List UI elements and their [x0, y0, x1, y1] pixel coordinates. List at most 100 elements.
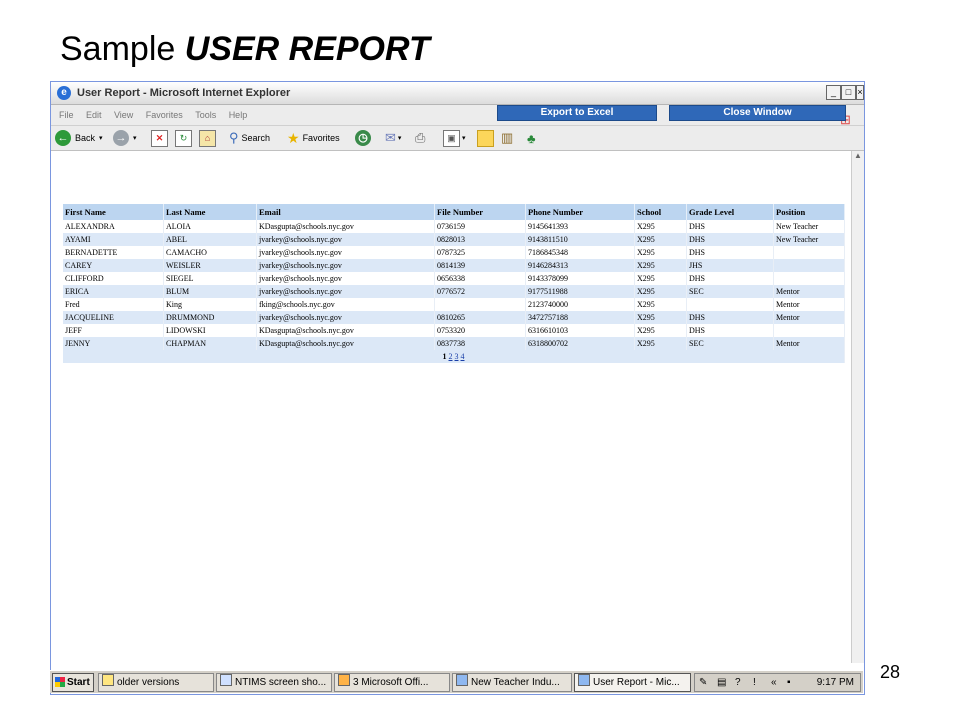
table-cell: X295: [634, 311, 687, 324]
tray-expand-icon[interactable]: «: [771, 674, 777, 691]
title-bar[interactable]: e User Report - Microsoft Internet Explo…: [51, 82, 864, 105]
page-link[interactable]: 4: [461, 352, 465, 361]
table-cell: 0753320: [434, 324, 526, 337]
maximize-button[interactable]: □: [841, 85, 856, 100]
table-cell: CHAPMAN: [163, 337, 257, 350]
table-cell: AYAMI: [63, 233, 164, 246]
table-cell: DHS: [686, 220, 774, 233]
table-cell: [773, 272, 845, 285]
table-cell: X295: [634, 233, 687, 246]
refresh-button[interactable]: ↻: [175, 129, 192, 147]
table-cell: 6316610103: [525, 324, 635, 337]
table-cell: New Teacher: [773, 220, 845, 233]
edit-dropdown-icon[interactable]: ▾: [462, 134, 466, 142]
discuss-button[interactable]: [477, 129, 494, 147]
scroll-up-icon[interactable]: ▲: [852, 151, 864, 160]
table-cell: SEC: [686, 285, 774, 298]
history-button[interactable]: ◷: [355, 129, 371, 147]
favorites-button[interactable]: ★ Favorites: [287, 129, 340, 147]
favorites-star-icon: ★: [287, 129, 300, 146]
back-arrow-icon: ←: [55, 130, 71, 146]
back-dropdown-icon[interactable]: ▾: [99, 134, 103, 142]
table-cell: X295: [634, 259, 687, 272]
table-cell: 0776572: [434, 285, 526, 298]
table-cell: 0787325: [434, 246, 526, 259]
print-button[interactable]: ⎙: [415, 129, 425, 147]
tray-alert-icon[interactable]: !: [753, 674, 756, 691]
menu-view[interactable]: View: [114, 110, 133, 120]
research-icon: ▥: [501, 130, 514, 145]
menu-help[interactable]: Help: [229, 110, 248, 120]
folder-icon: [477, 129, 494, 147]
edit-button[interactable]: ▣ ▾: [443, 129, 466, 147]
export-to-excel-button[interactable]: Export to Excel: [497, 105, 657, 121]
internet-explorer-icon: [456, 674, 468, 686]
forward-dropdown-icon[interactable]: ▾: [133, 134, 137, 142]
table-cell: ABEL: [163, 233, 257, 246]
research-button[interactable]: ▥: [501, 129, 513, 147]
edit-icon: ▣: [443, 129, 460, 147]
forward-button[interactable]: → ▾: [113, 129, 137, 147]
menu-edit[interactable]: Edit: [86, 110, 102, 120]
table-cell: KDasgupta@schools.nyc.gov: [256, 324, 435, 337]
home-button[interactable]: ⌂: [199, 129, 216, 147]
tray-help-icon[interactable]: ?: [735, 674, 741, 691]
table-cell: KDasgupta@schools.nyc.gov: [256, 220, 435, 233]
tray-tool-icon[interactable]: ✎: [699, 674, 707, 691]
forward-arrow-icon: →: [113, 130, 129, 146]
column-header: Grade Level: [686, 204, 774, 220]
table-cell: jvarkey@schools.nyc.gov: [256, 246, 435, 259]
slide-title: Sample USER REPORT: [60, 30, 430, 69]
taskbar-item-active[interactable]: User Report - Mic...: [574, 673, 691, 692]
menu-tools[interactable]: Tools: [195, 110, 216, 120]
network-icon[interactable]: ▪: [787, 674, 791, 691]
table-header-row: First Name Last Name Email File Number P…: [63, 204, 845, 220]
page-link[interactable]: 2: [449, 352, 453, 361]
table-cell: X295: [634, 246, 687, 259]
messenger-button[interactable]: ♣: [527, 129, 536, 147]
table-row: JEFF LIDOWSKI KDasgupta@schools.nyc.gov 075…: [63, 324, 845, 337]
mail-dropdown-icon[interactable]: ▾: [398, 134, 402, 142]
home-icon: ⌂: [199, 129, 216, 147]
vertical-scrollbar[interactable]: ▲: [851, 151, 864, 663]
table-cell: X295: [634, 220, 687, 233]
pagination-row: 1234: [63, 350, 845, 363]
table-cell: X295: [634, 298, 687, 311]
table-cell: fking@schools.nyc.gov: [256, 298, 435, 311]
table-cell: DHS: [686, 272, 774, 285]
minimize-button[interactable]: _: [826, 85, 841, 100]
page-link-current: 1: [442, 352, 447, 361]
mail-button[interactable]: ✉ ▾: [385, 129, 401, 147]
table-cell: Mentor: [773, 337, 845, 350]
column-header: Email: [256, 204, 435, 220]
page-link[interactable]: 3: [455, 352, 459, 361]
slide-page-number: 28: [880, 662, 901, 682]
table-row: JACQUELINE DRUMMOND jvarkey@schools.nyc.go…: [63, 311, 845, 324]
table-cell: ALEXANDRA: [63, 220, 164, 233]
toolbar: ← Back ▾ → ▾ ✕ ↻ ⌂ ⚲ Search ★ Favorites …: [51, 126, 864, 151]
close-window-page-button[interactable]: Close Window: [669, 105, 846, 121]
taskbar-item[interactable]: older versions: [98, 673, 214, 692]
table-cell: 9143378099: [525, 272, 635, 285]
table-cell: [686, 298, 774, 311]
pagination: 1234: [63, 350, 845, 363]
start-button[interactable]: Start: [52, 673, 94, 692]
taskbar-item[interactable]: 3 Microsoft Offi...: [334, 673, 450, 692]
user-report-table: First Name Last Name Email File Number P…: [63, 204, 845, 363]
browser-window: e User Report - Microsoft Internet Explo…: [50, 81, 865, 695]
table-cell: DHS: [686, 233, 774, 246]
table-cell: WEISLER: [163, 259, 257, 272]
menu-file[interactable]: File: [59, 110, 74, 120]
table-cell: Mentor: [773, 311, 845, 324]
tray-edit-icon[interactable]: ▤: [717, 674, 726, 691]
stop-button[interactable]: ✕: [151, 129, 168, 147]
back-button[interactable]: ← Back ▾: [55, 129, 103, 147]
menu-favorites[interactable]: Favorites: [146, 110, 183, 120]
taskbar-item[interactable]: NTIMS screen sho...: [216, 673, 332, 692]
table-cell: [434, 298, 526, 311]
search-button[interactable]: ⚲ Search: [229, 129, 270, 147]
close-window-button[interactable]: ×: [856, 85, 864, 100]
taskbar-item[interactable]: New Teacher Indu...: [452, 673, 572, 692]
column-header: First Name: [63, 204, 164, 220]
search-icon: ⚲: [229, 130, 239, 145]
